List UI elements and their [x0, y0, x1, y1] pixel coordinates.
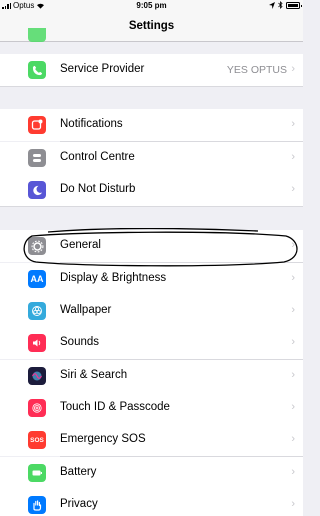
chevron-right-icon: › — [291, 118, 295, 130]
chevron-right-icon: › — [291, 183, 295, 195]
settings-row-label: Wallpaper — [60, 304, 112, 316]
control-centre-icon — [28, 149, 46, 167]
battery-fill — [288, 3, 298, 7]
settings-row-privacy[interactable]: Privacy › — [0, 489, 303, 516]
settings-row-sos[interactable]: SOS Emergency SOS › — [0, 424, 303, 456]
chevron-right-icon: › — [291, 239, 295, 251]
settings-row-label: Siri & Search — [60, 369, 128, 381]
moon-icon — [28, 181, 46, 199]
settings-row-notifications[interactable]: Notifications › — [0, 109, 303, 141]
chevron-right-icon: › — [291, 369, 295, 381]
chevron-right-icon: › — [291, 151, 295, 163]
settings-row-label: Do Not Disturb — [60, 183, 136, 195]
settings-row-wallpaper[interactable]: Wallpaper › — [0, 295, 303, 327]
wallpaper-icon — [28, 302, 46, 320]
settings-row-label: Touch ID & Passcode — [60, 401, 170, 413]
partial-row-icon — [28, 28, 46, 42]
chevron-right-icon: › — [291, 433, 295, 445]
settings-row-display[interactable]: AA Display & Brightness › — [0, 263, 303, 295]
display-icon: AA — [28, 270, 46, 288]
chevron-right-icon: › — [291, 466, 295, 478]
settings-row-sounds[interactable]: Sounds › — [0, 327, 303, 359]
chevron-right-icon: › — [291, 401, 295, 413]
settings-row-label: Battery — [60, 466, 97, 478]
settings-row-fingerprint[interactable]: Touch ID & Passcode › — [0, 392, 303, 424]
status-right — [269, 1, 302, 9]
chevron-right-icon: › — [291, 336, 295, 348]
settings-row-phone[interactable]: Service Provider YES OPTUS › — [0, 54, 303, 86]
settings-row-label: Emergency SOS — [60, 433, 146, 445]
gear-icon — [28, 237, 46, 255]
notifications-icon — [28, 116, 46, 134]
location-icon — [269, 1, 275, 9]
sounds-icon — [28, 334, 46, 352]
settings-row-control-centre[interactable]: Control Centre › — [0, 142, 303, 174]
settings-row-label: Display & Brightness — [60, 272, 167, 284]
battery-indicator — [286, 1, 302, 9]
settings-row-detail: YES OPTUS — [226, 64, 287, 76]
fingerprint-icon — [28, 399, 46, 417]
settings-row-label: Control Centre — [60, 151, 135, 163]
settings-row-label: Privacy — [60, 498, 98, 510]
status-bar: Optus 9:05 pm — [0, 0, 303, 12]
bluetooth-icon — [278, 1, 283, 9]
battery-icon — [28, 464, 46, 482]
settings-row-label: General — [60, 239, 101, 251]
status-time: 9:05 pm — [136, 1, 167, 10]
chevron-right-icon: › — [291, 304, 295, 316]
chevron-right-icon: › — [291, 498, 295, 510]
settings-row-moon[interactable]: Do Not Disturb › — [0, 174, 303, 206]
settings-row-gear[interactable]: General › — [0, 230, 303, 262]
chevron-right-icon: › — [291, 272, 295, 284]
chevron-right-icon: › — [291, 63, 295, 75]
siri-icon — [28, 367, 46, 385]
phone-icon — [28, 61, 46, 79]
settings-row-battery[interactable]: Battery › — [0, 457, 303, 489]
settings-row-siri[interactable]: Siri & Search › — [0, 360, 303, 392]
settings-row-label: Notifications — [60, 118, 123, 130]
privacy-icon — [28, 496, 46, 514]
sos-icon: SOS — [28, 431, 46, 449]
settings-row-label: Service Provider — [60, 63, 145, 75]
settings-row-label: Sounds — [60, 336, 100, 348]
